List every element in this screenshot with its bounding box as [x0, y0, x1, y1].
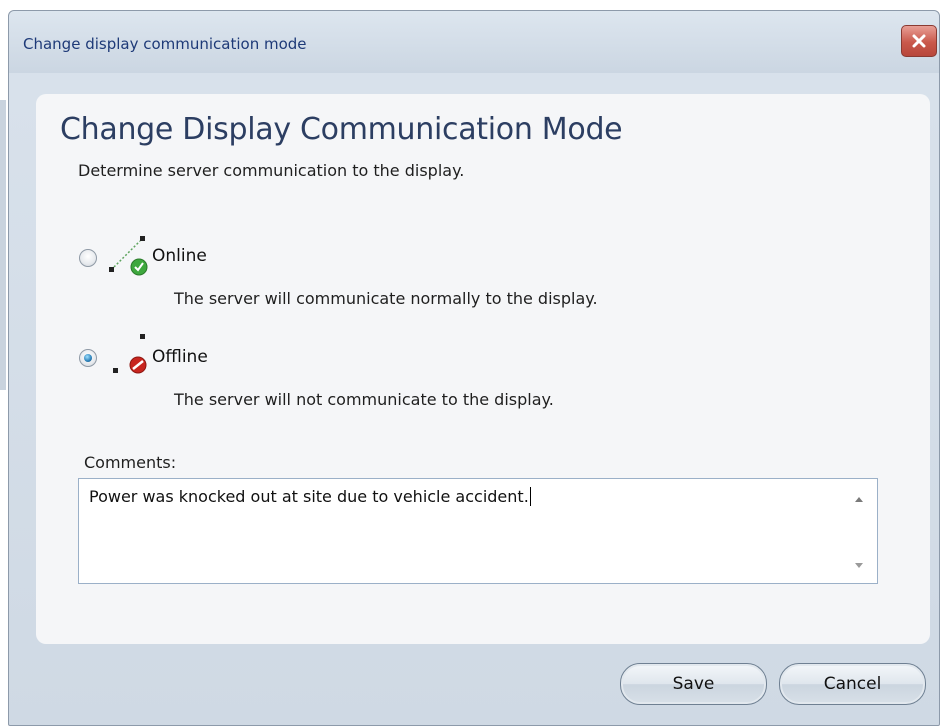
connection-offline-icon	[113, 334, 147, 374]
page-title: Change Display Communication Mode	[60, 112, 623, 147]
cancel-button[interactable]: Cancel	[779, 663, 926, 705]
page-subtitle: Determine server communication to the di…	[78, 161, 465, 180]
scroll-up-arrow-icon[interactable]	[855, 497, 863, 502]
offline-radio[interactable]	[79, 349, 97, 367]
comments-text: Power was knocked out at site due to veh…	[89, 487, 529, 506]
window-title: Change display communication mode	[23, 35, 307, 53]
comments-scrollbar[interactable]	[842, 479, 877, 583]
background-edge	[0, 100, 6, 390]
comments-textarea[interactable]: Power was knocked out at site due to veh…	[78, 478, 878, 584]
connection-online-icon	[109, 236, 148, 276]
comments-label: Comments:	[84, 453, 177, 472]
close-button[interactable]	[901, 25, 937, 57]
close-icon	[912, 34, 926, 48]
scroll-down-arrow-icon[interactable]	[855, 563, 863, 568]
title-bar: Change display communication mode	[9, 11, 939, 73]
offline-label: Offline	[152, 347, 208, 367]
online-description: The server will communicate normally to …	[174, 289, 598, 308]
online-radio[interactable]	[79, 249, 97, 267]
text-caret	[529, 487, 531, 506]
offline-description: The server will not communicate to the d…	[174, 390, 554, 409]
online-label: Online	[152, 246, 207, 266]
save-button[interactable]: Save	[620, 663, 767, 705]
